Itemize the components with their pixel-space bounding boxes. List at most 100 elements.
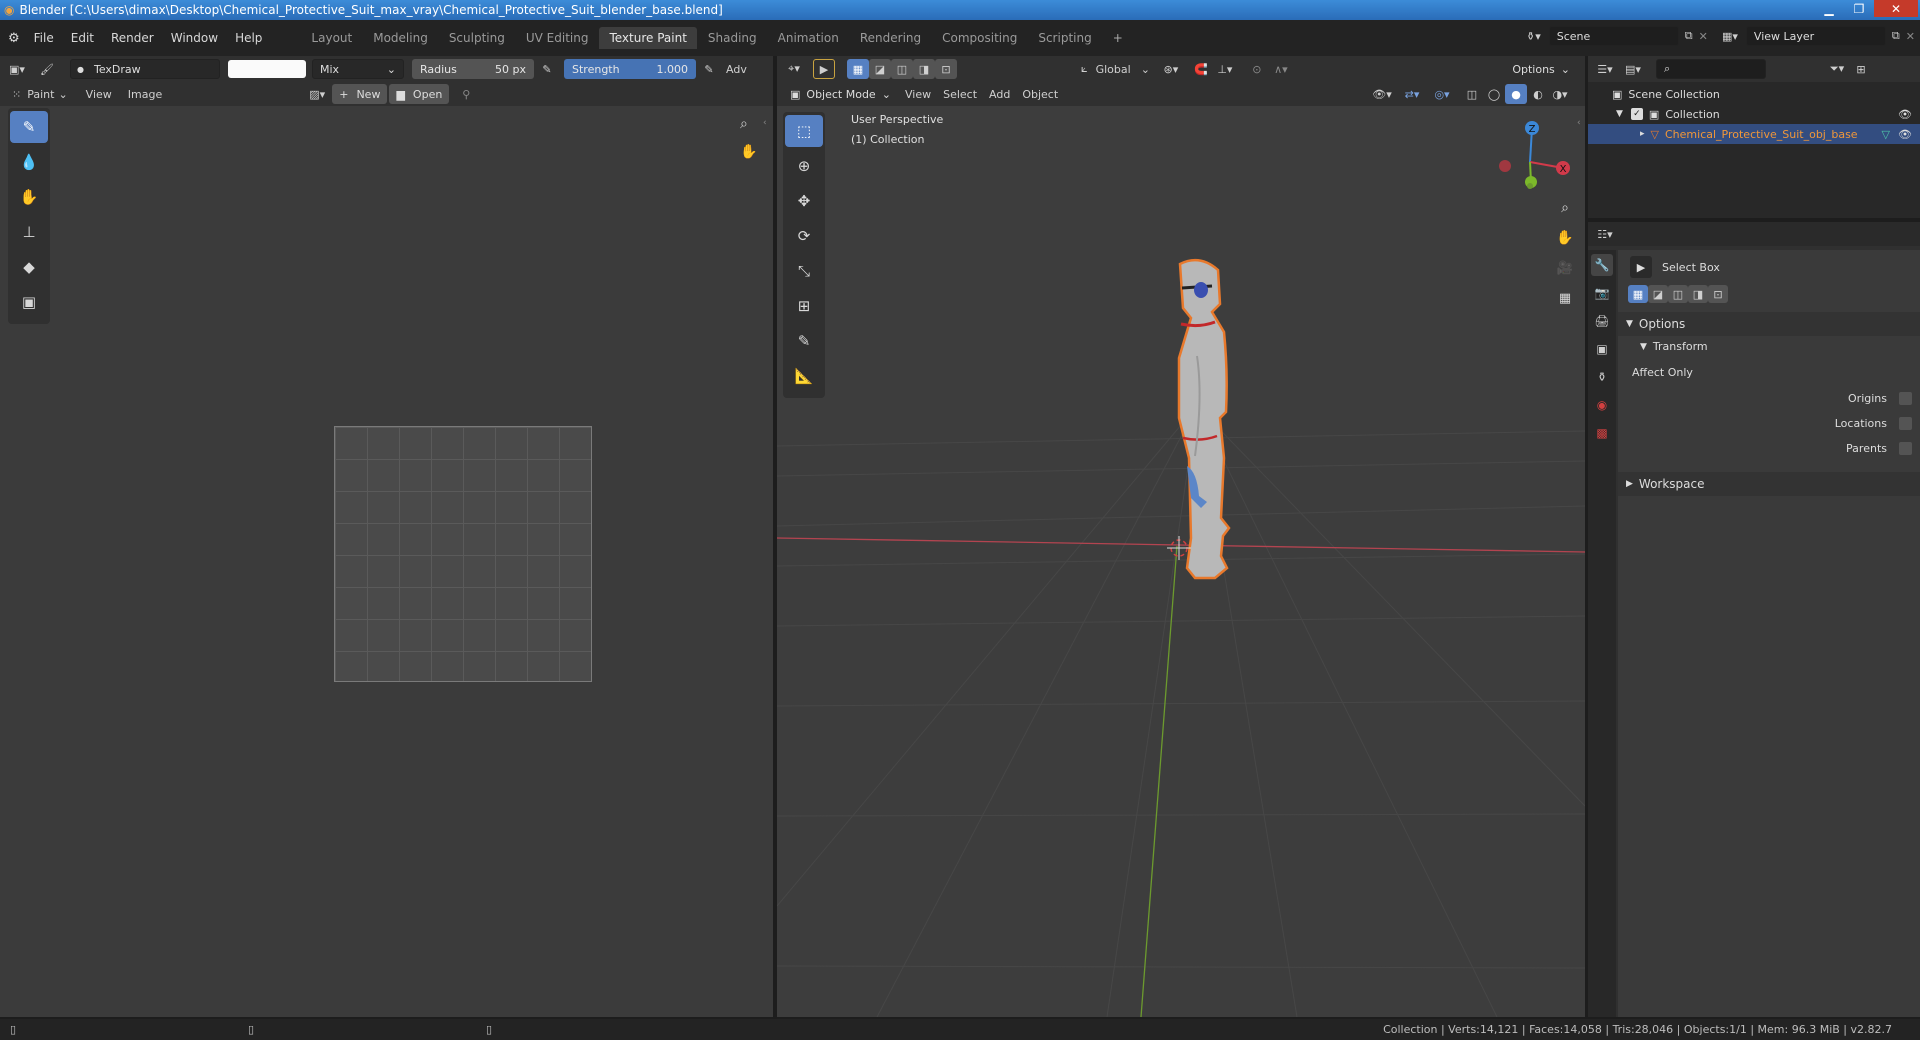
select-new-icon[interactable]: ▦ bbox=[847, 59, 869, 79]
remove-scene-icon[interactable]: ✕ bbox=[1699, 30, 1708, 43]
transform-orientation-dropdown[interactable]: ⟀ Global ⌄ bbox=[1075, 59, 1156, 79]
measure-tool-icon[interactable]: 📐 bbox=[785, 360, 823, 392]
output-properties-tab-icon[interactable]: 🖨 bbox=[1591, 310, 1613, 332]
add-workspace-icon[interactable]: + bbox=[1103, 27, 1133, 49]
menu-help[interactable]: Help bbox=[235, 31, 262, 45]
minimize-button[interactable]: ▁ bbox=[1814, 0, 1844, 17]
pin-icon[interactable]: ⚲ bbox=[455, 84, 477, 104]
new-image-button[interactable]: + New bbox=[332, 84, 388, 104]
select-box-tool-icon[interactable]: ⬚ bbox=[785, 115, 823, 147]
scene-icon[interactable]: ⚱▾ bbox=[1526, 30, 1541, 43]
zoom-icon[interactable]: ⌕ bbox=[740, 116, 748, 132]
menu-edit[interactable]: Edit bbox=[71, 31, 94, 45]
move-tool-icon[interactable]: ✥ bbox=[785, 185, 823, 217]
menu-viewport-object[interactable]: Object bbox=[1016, 84, 1064, 104]
locations-row[interactable]: Locations bbox=[1835, 417, 1912, 430]
mask-brush-icon[interactable]: ▣ bbox=[10, 286, 48, 318]
select-tool-icon[interactable]: ▶ bbox=[813, 59, 835, 79]
brush-selector[interactable]: ● TexDraw bbox=[70, 59, 220, 79]
scene-properties-tab-icon[interactable]: ⚱ bbox=[1591, 366, 1613, 388]
fill-brush-icon[interactable]: ◆ bbox=[10, 251, 48, 283]
rendered-shading-icon[interactable]: ◑▾ bbox=[1549, 84, 1571, 104]
menu-viewport-view[interactable]: View bbox=[899, 84, 937, 104]
overlays-toggle-icon[interactable]: ◎▾ bbox=[1431, 84, 1453, 104]
snap-toggle-icon[interactable]: 🧲 bbox=[1190, 59, 1212, 79]
brush-icon[interactable]: 🖌 bbox=[36, 59, 58, 79]
texture-properties-tab-icon[interactable]: ▩ bbox=[1591, 422, 1613, 444]
select-intersect-icon[interactable]: ⊡ bbox=[935, 59, 957, 79]
collapse-toolbar-arrow-icon[interactable]: ‹ bbox=[763, 118, 767, 128]
visibility-icon[interactable]: 👁▾ bbox=[1371, 84, 1393, 104]
advanced-panel-button[interactable]: Adv bbox=[720, 59, 753, 79]
transform-tool-icon[interactable]: ⊞ bbox=[785, 290, 823, 322]
new-scene-icon[interactable]: ⧉ bbox=[1685, 29, 1693, 43]
select-extend-icon[interactable]: ◪ bbox=[869, 59, 891, 79]
collection-visibility-eye-icon[interactable]: 👁 bbox=[1898, 108, 1912, 121]
expand-arrow-icon[interactable]: ▸ bbox=[1640, 129, 1645, 139]
options-panel-header[interactable]: ▼ Options bbox=[1618, 312, 1920, 336]
prop-select-invert-icon[interactable]: ◨ bbox=[1688, 285, 1708, 303]
empty-image-grid[interactable] bbox=[334, 426, 592, 682]
menu-image-view[interactable]: View bbox=[80, 84, 118, 104]
wireframe-shading-icon[interactable]: ◯ bbox=[1483, 84, 1505, 104]
rotate-tool-icon[interactable]: ⟳ bbox=[785, 220, 823, 252]
gizmo-neg-x-axis[interactable] bbox=[1499, 160, 1511, 172]
cursor-tool-icon[interactable]: ⊕ bbox=[785, 150, 823, 182]
tab-scripting[interactable]: Scripting bbox=[1028, 27, 1101, 49]
tab-layout[interactable]: Layout bbox=[301, 27, 362, 49]
camera-view-icon[interactable]: 🎥 bbox=[1553, 256, 1577, 280]
outliner-search-input[interactable]: ⌕ bbox=[1656, 59, 1766, 79]
soften-brush-icon[interactable]: 💧 bbox=[10, 146, 48, 178]
prop-select-extend-icon[interactable]: ◪ bbox=[1648, 285, 1668, 303]
view-layer-field[interactable]: View Layer bbox=[1745, 26, 1886, 46]
paint-mode-dropdown[interactable]: ⁙ Paint ⌄ bbox=[6, 84, 74, 104]
collapse-arrow-icon[interactable]: ▼ bbox=[1616, 109, 1623, 119]
tab-shading[interactable]: Shading bbox=[698, 27, 767, 49]
proportional-edit-icon[interactable]: ⊙ bbox=[1246, 59, 1268, 79]
outliner-row-scene-collection[interactable]: ▣ Scene Collection bbox=[1588, 84, 1920, 104]
menu-render[interactable]: Render bbox=[111, 31, 154, 45]
strength-pressure-icon[interactable]: ✎ bbox=[698, 59, 720, 79]
xray-toggle-icon[interactable]: ◫ bbox=[1461, 84, 1483, 104]
collapse-sidebar-arrow-icon[interactable]: ‹ bbox=[1577, 118, 1581, 128]
prop-select-subtract-icon[interactable]: ◫ bbox=[1668, 285, 1688, 303]
menu-image-image[interactable]: Image bbox=[122, 84, 168, 104]
object-mode-dropdown[interactable]: ▣ Object Mode ⌄ bbox=[783, 84, 893, 104]
menu-window[interactable]: Window bbox=[171, 31, 218, 45]
tab-compositing[interactable]: Compositing bbox=[932, 27, 1027, 49]
menu-viewport-add[interactable]: Add bbox=[983, 84, 1016, 104]
scene-field[interactable]: Scene bbox=[1548, 26, 1679, 46]
prop-select-intersect-icon[interactable]: ⊡ bbox=[1708, 285, 1728, 303]
viewport-editor-type-icon[interactable]: ⌖▾ bbox=[783, 59, 805, 79]
color-swatch[interactable] bbox=[228, 60, 306, 78]
tab-modeling[interactable]: Modeling bbox=[363, 27, 438, 49]
mesh-data-icon[interactable]: ▽ bbox=[1882, 128, 1890, 141]
material-shading-icon[interactable]: ◐ bbox=[1527, 84, 1549, 104]
tool-properties-tab-icon[interactable]: 🔧 bbox=[1591, 254, 1613, 276]
select-invert-icon[interactable]: ◨ bbox=[913, 59, 935, 79]
open-image-button[interactable]: ▆ Open bbox=[389, 84, 450, 104]
object-visibility-eye-icon[interactable]: 👁 bbox=[1898, 128, 1912, 141]
origins-row[interactable]: Origins bbox=[1848, 392, 1912, 405]
pivot-point-icon[interactable]: ⊛▾ bbox=[1160, 59, 1182, 79]
parents-checkbox[interactable] bbox=[1899, 442, 1912, 455]
image-browse-icon[interactable]: ▨▾ bbox=[306, 84, 328, 104]
remove-view-layer-icon[interactable]: ✕ bbox=[1906, 30, 1915, 43]
blend-mode-dropdown[interactable]: Mix ⌄ bbox=[312, 59, 404, 79]
snap-target-icon[interactable]: ⊥▾ bbox=[1214, 59, 1236, 79]
view-layer-tab-icon[interactable]: ▣ bbox=[1591, 338, 1613, 360]
properties-editor-type-icon[interactable]: ☷▾ bbox=[1594, 224, 1616, 244]
falloff-icon[interactable]: ∧▾ bbox=[1270, 59, 1292, 79]
radius-slider[interactable]: Radius 50 px bbox=[412, 59, 534, 79]
pan-hand-icon[interactable]: ✋ bbox=[740, 144, 757, 160]
smear-brush-icon[interactable]: ✋ bbox=[10, 181, 48, 213]
solid-shading-icon[interactable]: ● bbox=[1505, 84, 1527, 104]
editor-type-icon[interactable]: ▣▾ bbox=[6, 59, 28, 79]
filter-icon[interactable]: ⏷▾ bbox=[1826, 59, 1848, 79]
navigation-gizmo[interactable]: Z X bbox=[1487, 116, 1577, 206]
draw-brush-icon[interactable]: ✎ bbox=[10, 111, 48, 143]
world-properties-tab-icon[interactable]: ◉ bbox=[1591, 394, 1613, 416]
gizmo-toggle-icon[interactable]: ⇄▾ bbox=[1401, 84, 1423, 104]
tab-texture-paint[interactable]: Texture Paint bbox=[599, 27, 697, 49]
tab-uv-editing[interactable]: UV Editing bbox=[516, 27, 599, 49]
